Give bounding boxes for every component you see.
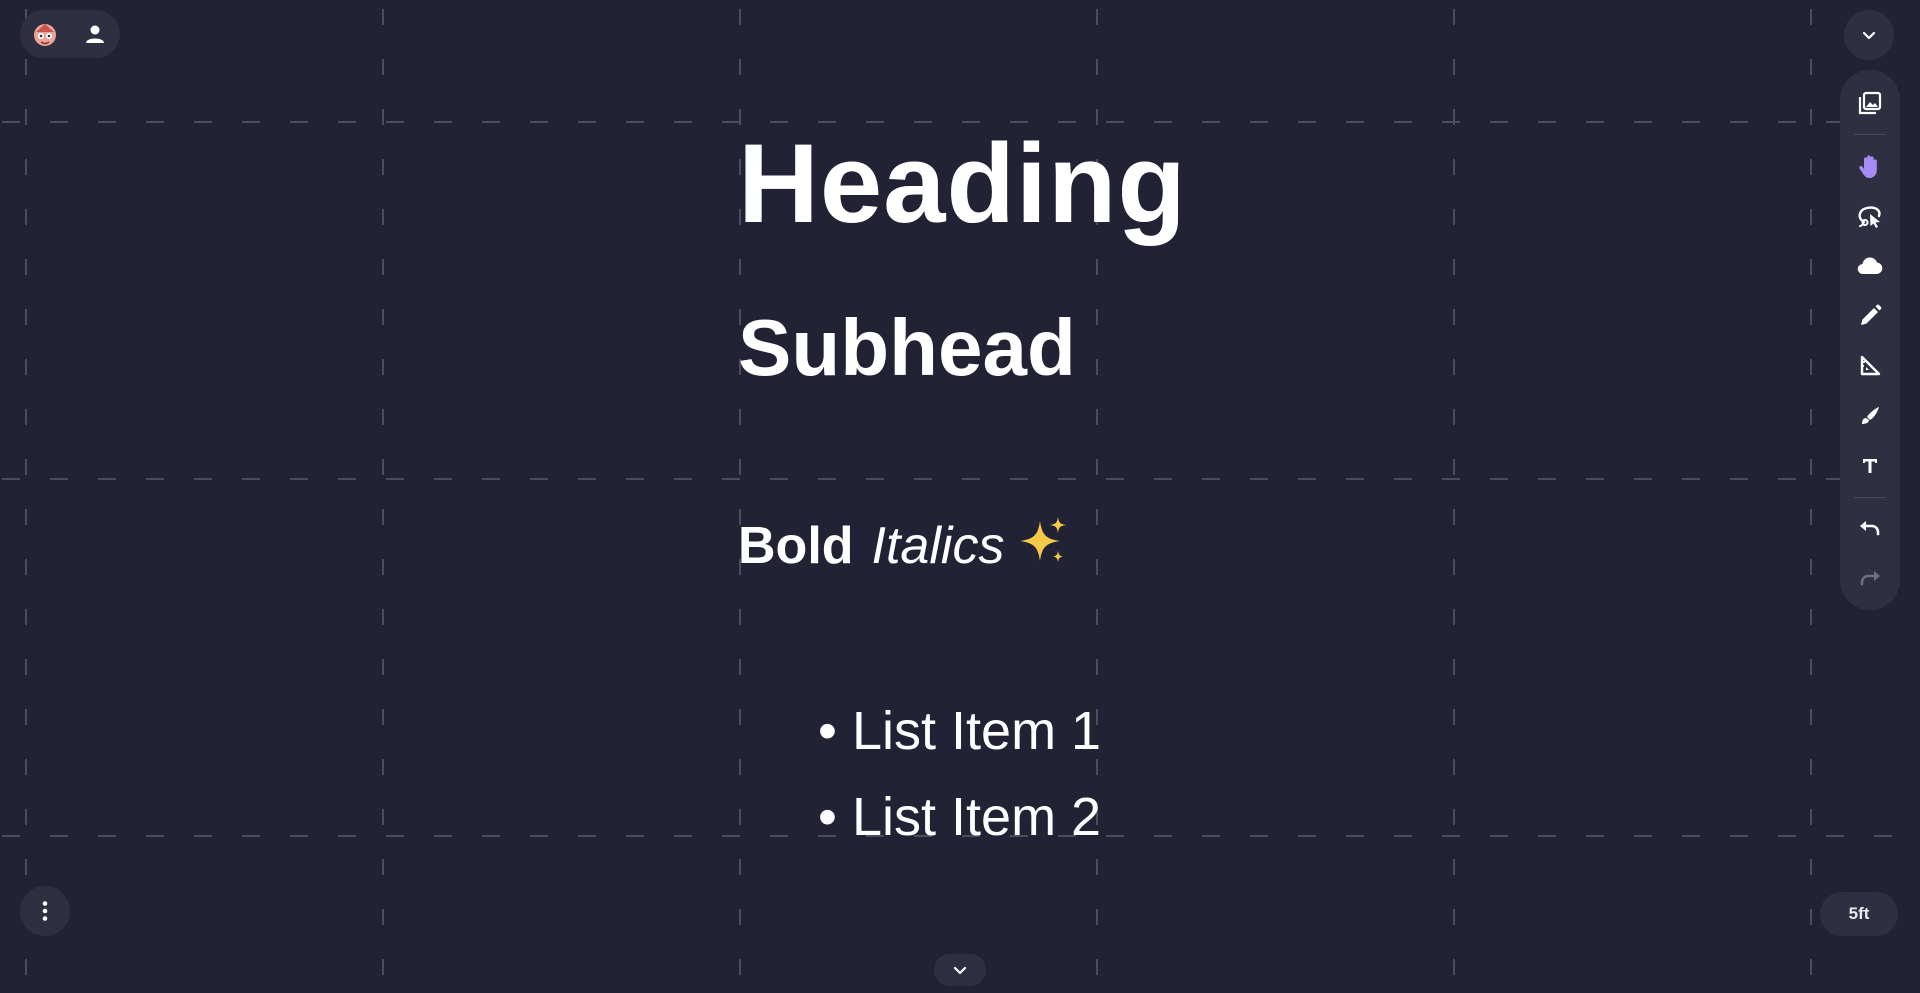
undo-icon [1860, 521, 1880, 536]
tool-palette [1840, 70, 1900, 610]
hand-icon [1859, 155, 1877, 178]
lasso-select-icon [1858, 206, 1881, 228]
rich-text-line[interactable]: Bold Italics [738, 515, 1068, 576]
top-left-controls [20, 10, 120, 58]
chevron-down-icon [1862, 31, 1876, 40]
more-options-button[interactable] [20, 886, 70, 936]
list-item-text: List Item 1 [852, 701, 1102, 761]
text-tool-button[interactable] [1848, 444, 1892, 488]
whiteboard-canvas[interactable]: Heading Subhead Bold Italics • List Item 1… [0, 0, 1920, 993]
chevron-down-icon [953, 966, 967, 975]
bold-text: Bold [738, 517, 854, 575]
lasso-select-tool-button[interactable] [1848, 194, 1892, 238]
list-item: • List Item 1 [818, 688, 1101, 774]
user-button[interactable] [75, 14, 115, 54]
subhead-text[interactable]: Subhead [738, 308, 1076, 388]
toolbar-divider [1854, 134, 1886, 135]
heading-text[interactable]: Heading [738, 128, 1187, 240]
sparkles-icon [1018, 515, 1068, 576]
user-icon [86, 25, 104, 43]
image-icon [1858, 91, 1882, 115]
redo-button[interactable] [1848, 557, 1892, 601]
bullet-dot-icon: • [818, 787, 837, 847]
italic-text: Italics [871, 517, 1005, 575]
more-vertical-icon [42, 901, 48, 921]
list-item: • List Item 2 [818, 774, 1101, 860]
collapse-toolbar-button[interactable] [1844, 10, 1894, 60]
image-tool-button[interactable] [1848, 81, 1892, 125]
bottom-panel-toggle-button[interactable] [934, 954, 986, 986]
logo-icon [34, 24, 56, 46]
ruler-icon [1860, 355, 1881, 376]
toolbar-divider [1854, 497, 1886, 498]
hand-tool-button[interactable] [1848, 144, 1892, 188]
brush-tool-button[interactable] [1848, 394, 1892, 438]
logo-button[interactable] [25, 14, 65, 54]
list-item-text: List Item 2 [852, 787, 1102, 847]
text-icon [1863, 459, 1877, 473]
brush-icon [1862, 407, 1879, 424]
cloud-tool-button[interactable] [1848, 244, 1892, 288]
pen-icon [1861, 304, 1882, 325]
ruler-tool-button[interactable] [1848, 344, 1892, 388]
redo-icon [1860, 571, 1880, 586]
scale-indicator[interactable]: 5ft [1820, 892, 1898, 936]
bullet-dot-icon: • [818, 701, 837, 761]
undo-button[interactable] [1848, 507, 1892, 551]
pen-tool-button[interactable] [1848, 294, 1892, 338]
bullet-list[interactable]: • List Item 1 • List Item 2 [818, 688, 1101, 860]
cloud-icon [1857, 257, 1883, 275]
